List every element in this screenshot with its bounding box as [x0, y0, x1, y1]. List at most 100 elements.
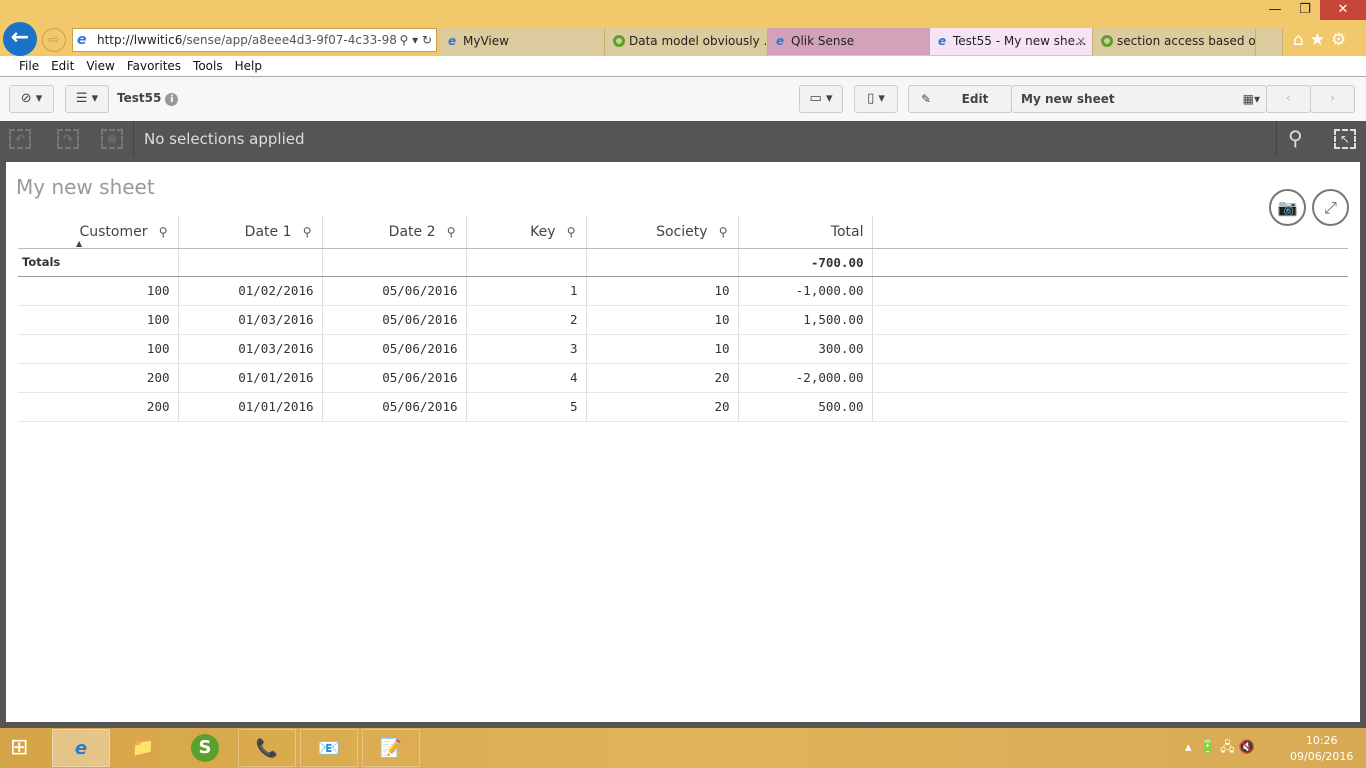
table-row[interactable]: 200 01/01/2016 05/06/2016 5 20 500.00 — [18, 392, 1348, 422]
search-icon[interactable]: ⚲ — [1288, 126, 1303, 150]
search-refresh-icons[interactable]: ⚲ ▾ ↻ — [395, 29, 432, 51]
header-label: Total — [830, 223, 864, 240]
table-cell[interactable]: 1 — [466, 276, 587, 306]
table-cell[interactable]: 05/06/2016 — [322, 276, 467, 306]
restore-icon[interactable]: ❐ — [1290, 0, 1320, 20]
tab-label: MyView — [463, 34, 509, 48]
next-sheet-button[interactable]: › — [1310, 85, 1355, 113]
table-row[interactable]: 100 01/02/2016 05/06/2016 1 10 -1,000.00 — [18, 276, 1348, 306]
tab-label: Data model obviously ... — [629, 34, 768, 48]
qlik-icon — [1101, 35, 1113, 47]
close-window-icon[interactable]: ✕ — [1320, 0, 1366, 20]
close-tab-icon[interactable]: × — [1076, 28, 1086, 55]
table-cell[interactable]: 05/06/2016 — [322, 334, 467, 364]
table-cell[interactable]: 300.00 — [738, 334, 873, 364]
table-cell[interactable]: 1,500.00 — [738, 305, 873, 335]
edit-button[interactable]: ✎ Edit — [908, 85, 1012, 113]
sheet-selector[interactable]: My new sheet ▦▾ — [1011, 85, 1267, 113]
column-header-total[interactable]: Total — [738, 216, 873, 249]
table-cell[interactable]: 500.00 — [738, 392, 873, 422]
table-cell[interactable]: 100 — [18, 305, 179, 335]
tray-icons[interactable]: ▴ 🔋 🖧 🔇 — [1185, 738, 1255, 760]
home-favorites-settings-icons[interactable]: ⌂★⚙ — [1293, 30, 1352, 50]
menu-edit[interactable]: Edit — [51, 59, 74, 73]
windows-start-icon[interactable]: ⊞ — [10, 735, 28, 760]
taskbar-notes-icon[interactable]: 📝 — [362, 729, 420, 767]
table-cell[interactable]: 01/01/2016 — [178, 392, 323, 422]
menu-file[interactable]: File — [19, 59, 39, 73]
table-cell[interactable]: 10 — [586, 334, 739, 364]
table-cell[interactable]: 01/03/2016 — [178, 305, 323, 335]
browser-tab[interactable]: e Qlik Sense — [768, 28, 930, 55]
table-cell[interactable]: 5 — [466, 392, 587, 422]
navigation-button[interactable]: ⊘ ▾ — [9, 85, 54, 113]
table-cell[interactable]: 10 — [586, 305, 739, 335]
taskbar-explorer-icon[interactable]: 📁 — [114, 729, 172, 767]
new-tab-button[interactable] — [1256, 28, 1283, 55]
sort-indicator-icon: ▲ — [76, 238, 83, 248]
table-cell[interactable]: 4 — [466, 363, 587, 393]
minimize-icon[interactable]: — — [1260, 0, 1290, 20]
search-icon[interactable]: ⚲ — [303, 225, 312, 239]
browser-tab[interactable]: e MyView — [440, 28, 605, 55]
table-cell[interactable]: 2 — [466, 305, 587, 335]
taskbar-lync-icon[interactable]: 📞 — [238, 729, 296, 767]
column-header-date1[interactable]: Date 1 ⚲ — [178, 216, 323, 249]
menu-help[interactable]: Help — [235, 59, 262, 73]
column-header-customer[interactable]: Customer ⚲ ▲ — [18, 216, 179, 249]
table-row[interactable]: 100 01/03/2016 05/06/2016 3 10 300.00 — [18, 334, 1348, 364]
table-cell[interactable]: 01/02/2016 — [178, 276, 323, 306]
column-header-society[interactable]: Society ⚲ — [586, 216, 739, 249]
table-cell[interactable]: 100 — [18, 334, 179, 364]
menu-view[interactable]: View — [86, 59, 114, 73]
column-header-key[interactable]: Key ⚲ — [466, 216, 587, 249]
browser-tab-active[interactable]: e Test55 - My new she... × — [930, 28, 1093, 55]
taskbar-ie-icon[interactable]: e — [52, 729, 110, 767]
table-cell[interactable]: 10 — [586, 276, 739, 306]
step-forward-icon[interactable]: ↷ — [57, 129, 79, 149]
search-icon[interactable]: ⚲ — [159, 225, 168, 239]
browser-tab[interactable]: section access based on... — [1093, 28, 1256, 55]
selection-tool-icon[interactable]: ↖ — [1334, 129, 1356, 149]
table-row[interactable]: 100 01/03/2016 05/06/2016 2 10 1,500.00 — [18, 305, 1348, 335]
bookmark-button[interactable]: ▯ ▾ — [854, 85, 898, 113]
table-cell[interactable]: -1,000.00 — [738, 276, 873, 306]
table-cell[interactable]: 05/06/2016 — [322, 305, 467, 335]
compass-icon: ⊘ — [20, 91, 32, 106]
table-cell[interactable]: 01/03/2016 — [178, 334, 323, 364]
address-bar[interactable]: e http://lwwitic6/sense/app/a8eee4d3-9f07… — [72, 28, 437, 52]
table-cell[interactable]: 100 — [18, 276, 179, 306]
edit-label: Edit — [961, 92, 989, 106]
menu-tools[interactable]: Tools — [193, 59, 223, 73]
previous-sheet-button[interactable]: ‹ — [1266, 85, 1311, 113]
table-cell[interactable]: 200 — [18, 363, 179, 393]
forward-button[interactable]: ⇨ — [42, 28, 66, 52]
ie-icon: e — [938, 34, 947, 48]
header-label: Date 2 — [388, 223, 436, 240]
table-row[interactable]: 200 01/01/2016 05/06/2016 4 20 -2,000.00 — [18, 363, 1348, 393]
taskbar-qlik-icon[interactable]: S — [176, 729, 234, 767]
table-cell[interactable]: -2,000.00 — [738, 363, 873, 393]
back-button[interactable]: ← — [3, 22, 37, 56]
table-cell[interactable]: 01/01/2016 — [178, 363, 323, 393]
search-icon[interactable]: ⚲ — [447, 225, 456, 239]
list-menu-button[interactable]: ☰ ▾ — [65, 85, 109, 113]
table-cell[interactable]: 20 — [586, 363, 739, 393]
table-cell[interactable]: 200 — [18, 392, 179, 422]
browser-tab[interactable]: Data model obviously ... — [605, 28, 768, 55]
table-cell[interactable]: 05/06/2016 — [322, 392, 467, 422]
taskbar-outlook-icon[interactable]: 📧 — [300, 729, 358, 767]
search-icon[interactable]: ⚲ — [719, 225, 728, 239]
info-icon[interactable]: i — [165, 93, 179, 106]
search-icon[interactable]: ⚲ — [567, 225, 576, 239]
column-header-date2[interactable]: Date 2 ⚲ — [322, 216, 467, 249]
table-cell[interactable]: 3 — [466, 334, 587, 364]
table-cell[interactable]: 05/06/2016 — [322, 363, 467, 393]
menu-favorites[interactable]: Favorites — [127, 59, 181, 73]
table-cell[interactable]: 20 — [586, 392, 739, 422]
clock[interactable]: 10:26 09/06/2016 — [1290, 733, 1353, 765]
step-back-icon[interactable]: ↶ — [9, 129, 31, 149]
story-button[interactable]: ▭ ▾ — [799, 85, 843, 113]
divider — [1276, 121, 1277, 157]
clear-selections-icon[interactable]: ⊗ — [101, 129, 123, 149]
